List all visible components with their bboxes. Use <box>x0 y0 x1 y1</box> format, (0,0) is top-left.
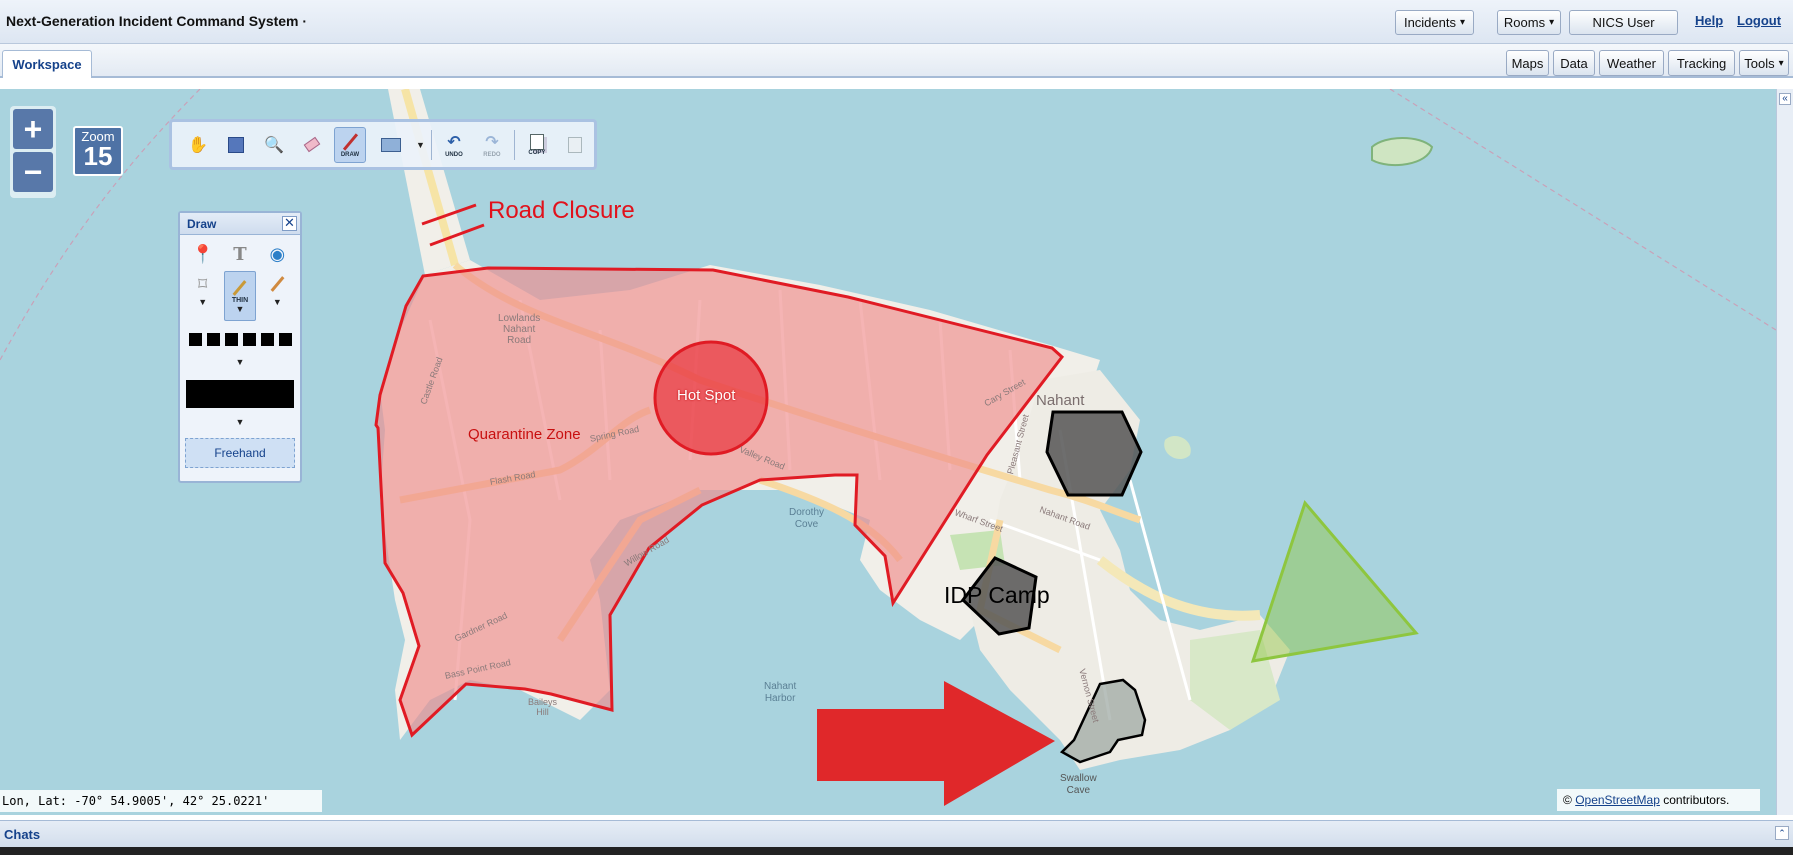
line-weight-dropdown-caret[interactable]: ▼ <box>236 304 245 314</box>
openstreetmap-link[interactable]: OpenStreetMap <box>1575 793 1660 807</box>
eraser-icon <box>303 136 321 153</box>
chats-panel-bar[interactable]: Chats ⌃ <box>0 820 1793 847</box>
tools-menu-button[interactable]: Tools <box>1739 50 1789 76</box>
line-style-swatches[interactable] <box>180 333 300 346</box>
help-link[interactable]: Help <box>1695 13 1723 28</box>
hexagon-marker <box>1045 410 1143 497</box>
zoom-in-button[interactable]: + <box>13 109 53 149</box>
square-icon <box>228 136 244 153</box>
freehand-mode-button[interactable]: Freehand <box>185 438 295 468</box>
logout-link[interactable]: Logout <box>1737 13 1781 28</box>
coordinates-readout: Lon, Lat: -70° 54.9005', 42° 25.0221' <box>0 790 322 812</box>
shape-dropdown-caret[interactable]: ▼ <box>198 297 207 307</box>
color-swatch[interactable] <box>186 380 294 408</box>
right-panel-collapse[interactable]: « <box>1776 89 1793 815</box>
pen-icon <box>270 276 285 292</box>
expand-icon[interactable]: « <box>1779 93 1791 105</box>
idp-camp-label: IDP Camp <box>944 582 1050 608</box>
hot-spot-label: Hot Spot <box>677 387 736 404</box>
swatch[interactable] <box>206 333 220 346</box>
draw-panel-header: Draw ✕ <box>180 213 300 235</box>
pencil-icon <box>342 132 358 151</box>
swatch[interactable] <box>278 333 292 346</box>
draw-panel: Draw ✕ 📍 T ◉ ⌑ ▼ THIN ▼ ▼ ▼ ▼ Freehand <box>178 211 302 483</box>
undo-button[interactable]: ↶ UNDO <box>438 127 470 163</box>
magnifier-icon: 🔍 <box>264 136 284 154</box>
swatch[interactable] <box>242 333 256 346</box>
line-weight-tool[interactable]: THIN ▼ <box>223 271 256 321</box>
basemap-tool[interactable] <box>372 127 410 163</box>
map-pin-icon: 📍 <box>191 243 214 264</box>
bottom-strip <box>0 847 1793 855</box>
swatch[interactable] <box>224 333 238 346</box>
green-triangle <box>1250 499 1419 663</box>
toolbar-separator <box>430 129 432 160</box>
redo-icon: ↷ <box>485 133 499 151</box>
copy-button[interactable]: COPY <box>521 127 553 163</box>
marker-tool[interactable]: 📍 <box>187 241 219 267</box>
chats-title: Chats <box>4 827 41 842</box>
image-icon <box>381 137 401 152</box>
color-dropdown-caret[interactable]: ▼ <box>236 417 245 427</box>
shape-tool[interactable]: ⌑ <box>187 271 219 297</box>
text-tool[interactable]: T <box>224 241 256 267</box>
swallow-cave-outline <box>1059 678 1147 764</box>
swatch[interactable] <box>188 333 202 346</box>
draw-tool[interactable]: DRAW <box>334 126 366 163</box>
app-title: Next-Generation Incident Command System … <box>6 13 308 29</box>
tab-workspace[interactable]: Workspace <box>2 50 92 78</box>
basemap-dropdown-caret[interactable]: ▼ <box>416 140 425 150</box>
symbol-tool[interactable]: ◉ <box>261 241 293 267</box>
symbol-icon: ◉ <box>269 243 286 264</box>
line-style-dropdown-caret[interactable]: ▼ <box>236 357 245 367</box>
pencil-icon <box>233 279 247 296</box>
nahant-harbor-label: Nahant Harbor <box>764 681 797 704</box>
road-closure-line <box>429 223 485 247</box>
swatch[interactable] <box>260 333 274 346</box>
select-box-tool[interactable] <box>220 127 252 163</box>
zoom-value: 15 <box>83 141 113 171</box>
pan-tool[interactable]: ✋ <box>182 127 214 163</box>
toolbar-separator <box>513 129 515 160</box>
road-closure-label: Road Closure <box>488 197 635 224</box>
weather-button[interactable]: Weather <box>1599 50 1664 76</box>
zoom-out-button[interactable]: − <box>13 152 53 192</box>
user-button[interactable]: NICS User <box>1569 10 1678 35</box>
draw-panel-title: Draw <box>187 217 217 231</box>
rooms-menu-button[interactable]: Rooms <box>1497 10 1561 35</box>
copy-icon <box>529 133 544 150</box>
incidents-menu-button[interactable]: Incidents <box>1395 10 1474 35</box>
paste-button[interactable] <box>559 127 591 163</box>
undo-icon: ↶ <box>447 133 461 151</box>
hand-icon: ✋ <box>188 136 208 154</box>
erase-tool[interactable] <box>296 127 328 163</box>
map-toolbar: ✋ 🔍 DRAW ▼ ↶ UNDO ↷ REDO COPY <box>169 119 597 170</box>
data-button[interactable]: Data <box>1553 50 1595 76</box>
maps-button[interactable]: Maps <box>1506 50 1549 76</box>
tab-bar: Workspace Maps Data Weather Tracking Too… <box>0 44 1793 78</box>
freehand-tool[interactable] <box>261 271 293 297</box>
map-attribution: © OpenStreetMap contributors. <box>1557 789 1760 811</box>
redo-button[interactable]: ↷ REDO <box>476 127 508 163</box>
quarantine-zone-label: Quarantine Zone <box>468 426 581 443</box>
shape-icon: ⌑ <box>198 273 208 294</box>
dorothy-cove-label: Dorothy Cove <box>789 507 825 530</box>
zoom-control: + − <box>10 106 56 198</box>
close-icon[interactable]: ✕ <box>282 216 297 231</box>
freehand-dropdown-caret[interactable]: ▼ <box>273 297 282 307</box>
expand-up-icon[interactable]: ⌃ <box>1775 826 1789 840</box>
swallow-cave-label: Swallow Cave <box>1060 773 1097 796</box>
tracking-button[interactable]: Tracking <box>1668 50 1735 76</box>
app-header: Next-Generation Incident Command System … <box>0 0 1793 44</box>
zoom-tool[interactable]: 🔍 <box>258 127 290 163</box>
text-icon: T <box>233 243 247 265</box>
red-arrow <box>817 681 1055 806</box>
paste-icon <box>567 136 582 153</box>
road-closure-line <box>421 203 477 226</box>
nahant-place-label: Nahant <box>1036 392 1085 409</box>
baileys-hill-label: Baileys Hill <box>528 697 558 717</box>
zoom-level-indicator: Zoom 15 <box>73 126 123 176</box>
lowlands-label: Lowlands Nahant Road <box>498 313 541 346</box>
